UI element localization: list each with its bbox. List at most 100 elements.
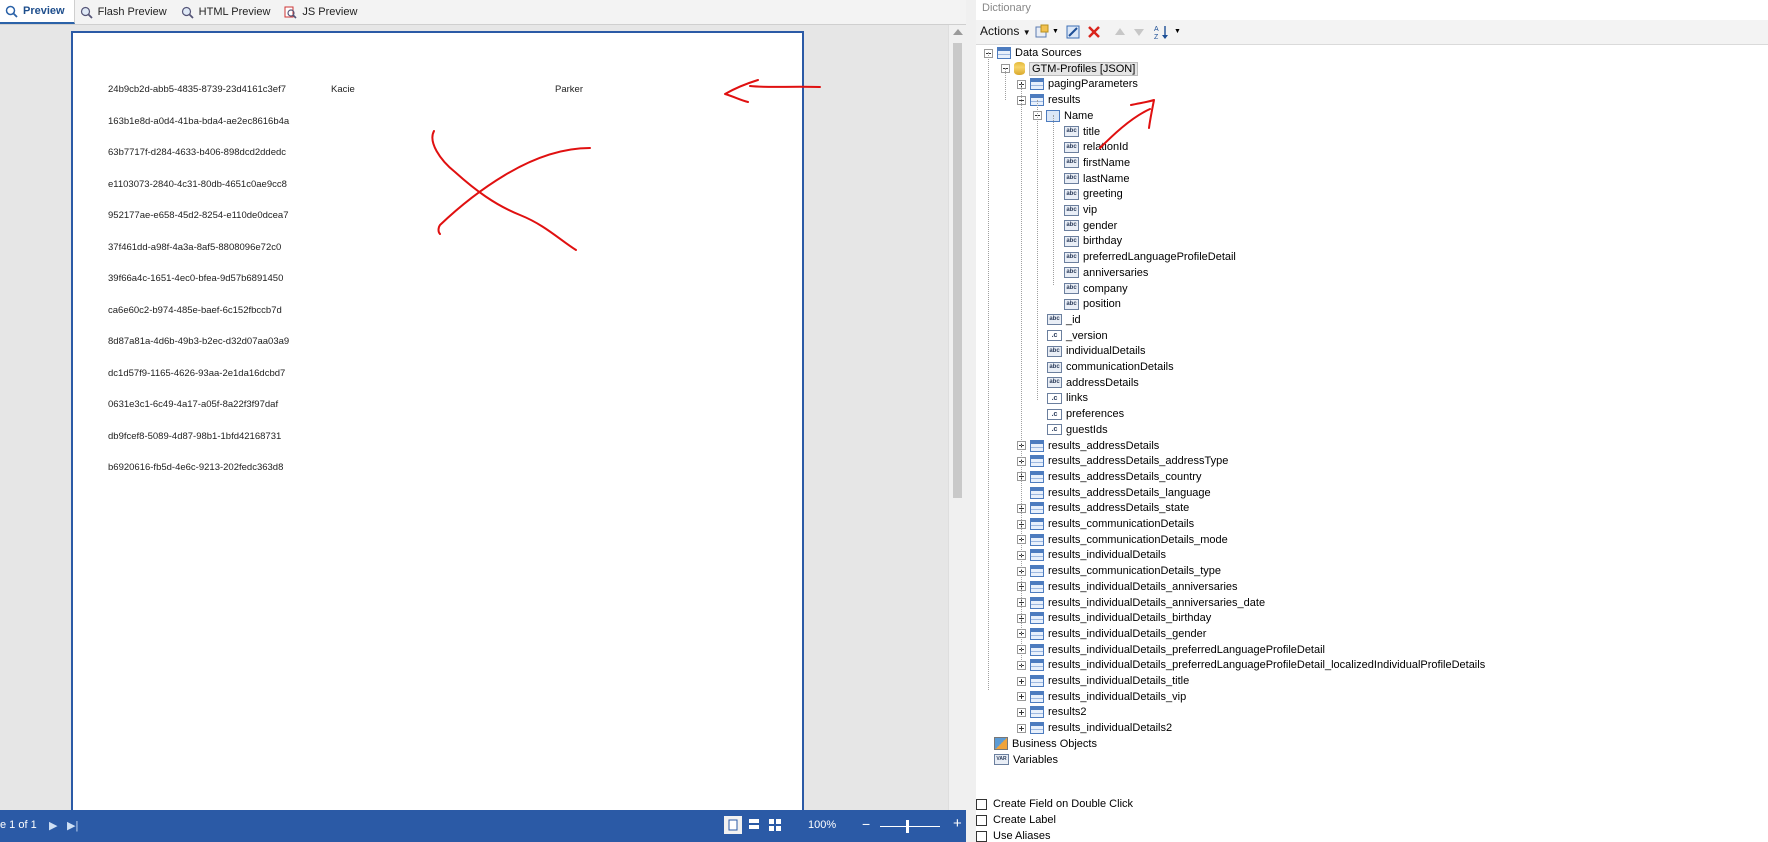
tree-node-results-addressdetails-state[interactable]: results_addressDetails_state [1017, 500, 1189, 516]
tree-node-title[interactable]: abc title [1064, 124, 1100, 140]
tree-node-relationid[interactable]: abc relationId [1064, 139, 1128, 155]
option-checkbox-row[interactable]: Create Label [976, 814, 1056, 826]
tree-node-anniversaries[interactable]: abc anniversaries [1064, 265, 1148, 281]
tree-node-label: communicationDetails [1066, 361, 1174, 373]
tree-node-results-individualdetails-birthday[interactable]: results_individualDetails_birthday [1017, 610, 1211, 626]
delete-icon[interactable] [1086, 24, 1102, 40]
tree-node-lastname[interactable]: abc lastName [1064, 171, 1129, 187]
move-up-icon[interactable] [1112, 24, 1128, 40]
tree-node-gtm-profiles-json[interactable]: GTM-Profiles [JSON] [1001, 61, 1139, 77]
tree-connector-line [1005, 68, 1006, 100]
zoom-slider-thumb[interactable] [906, 820, 909, 833]
object-field-icon: .c [1047, 408, 1062, 420]
tree-node-results-individualdetails-anniversaries[interactable]: results_individualDetails_anniversaries [1017, 579, 1238, 595]
tree-node-greeting[interactable]: abc greeting [1064, 186, 1123, 202]
tree-node-results-individualdetails-preferredlanguageprofiledetail[interactable]: results_individualDetails_preferredLangu… [1017, 642, 1325, 658]
tree-node-results-individualdetails2[interactable]: results_individualDetails2 [1017, 720, 1172, 736]
string-field-icon: abc [1047, 377, 1062, 389]
panel-splitter[interactable] [966, 0, 976, 842]
tree-node-preferences[interactable]: .c preferences [1047, 406, 1124, 422]
sort-dropdown-icon[interactable]: ▼ [1174, 28, 1181, 35]
report-row-id: 39f66a4c-1651-4ec0-bfea-9d57b6891450 [108, 273, 284, 284]
tree-node-label: Business Objects [1012, 737, 1097, 750]
tab-preview[interactable]: Preview [0, 0, 75, 24]
scrollbar-thumb[interactable] [953, 43, 962, 498]
tree-node-results-individualdetails-title[interactable]: results_individualDetails_title [1017, 673, 1189, 689]
tree-node-variables[interactable]: VAR Variables [994, 752, 1058, 768]
move-down-icon[interactable] [1131, 24, 1147, 40]
tree-node-gender[interactable]: abc gender [1064, 218, 1117, 234]
sort-icon[interactable]: AZ [1154, 24, 1170, 40]
tree-node-label: results_individualDetails [1048, 549, 1167, 562]
tree-node-label: _id [1066, 313, 1081, 326]
tree-node-results-individualdetails-gender[interactable]: results_individualDetails_gender [1017, 626, 1206, 642]
tree-node-position[interactable]: abc position [1064, 296, 1121, 312]
tree-node-guestids[interactable]: .c guestIds [1047, 422, 1108, 438]
tree-node-label: individualDetails [1066, 345, 1146, 358]
tree-node-results-individualdetails-vip[interactable]: results_individualDetails_vip [1017, 689, 1186, 705]
tree-node-pagingparameters[interactable]: pagingParameters [1017, 76, 1138, 92]
tree-node-results-individualdetails[interactable]: results_individualDetails [1017, 547, 1166, 563]
tree-node-birthday[interactable]: abc birthday [1064, 233, 1122, 249]
tree-node-firstname[interactable]: abc firstName [1064, 155, 1130, 171]
tree-node-results-communicationdetails[interactable]: results_communicationDetails [1017, 516, 1194, 532]
tree-node-results-addressdetails[interactable]: results_addressDetails [1017, 438, 1159, 454]
checkbox[interactable] [976, 814, 987, 826]
tree-node-id[interactable]: abc _id [1047, 312, 1081, 328]
option-checkbox-row[interactable]: Create Field on Double Click [976, 798, 1133, 810]
tree-node-results-addressdetails-addresstype[interactable]: results_addressDetails_addressType [1017, 453, 1228, 469]
expand-plus-icon[interactable] [1017, 723, 1026, 733]
tree-node-vip[interactable]: abc vip [1064, 202, 1097, 218]
edit-icon[interactable] [1065, 24, 1081, 40]
preview-canvas[interactable]: 24b9cb2d-abb5-4835-8739-23d4161c3ef7 Kaci… [0, 25, 948, 810]
tree-node-label: results_individualDetails_preferredLangu… [1048, 659, 1486, 672]
option-checkbox-row[interactable]: Use Aliases [976, 830, 1050, 842]
actions-menu-button[interactable]: Actions ▼ [980, 24, 1031, 38]
tree-node-business-objects[interactable]: Business Objects [994, 736, 1097, 752]
tab-html-preview[interactable]: HTML Preview [176, 0, 280, 24]
expand-plus-icon[interactable] [1017, 676, 1026, 686]
tree-node-communicationdetails[interactable]: abc communicationDetails [1047, 359, 1174, 375]
object-field-icon: .c [1047, 392, 1062, 404]
tab-flash-preview[interactable]: Flash Preview [75, 0, 176, 24]
tree-node-company[interactable]: abc company [1064, 281, 1128, 297]
tree-node-results-addressdetails-country[interactable]: results_addressDetails_country [1017, 469, 1201, 485]
checkbox[interactable] [976, 830, 987, 842]
zoom-slider-track[interactable] [880, 826, 940, 827]
preview-vertical-scrollbar[interactable] [948, 25, 967, 810]
tab-label: HTML Preview [198, 6, 271, 18]
tree-node-results2[interactable]: results2 [1017, 704, 1087, 720]
tree-node-label: anniversaries [1083, 266, 1149, 279]
zoom-out-button[interactable]: − [862, 816, 870, 832]
tree-node-results-individualdetails-preferredlanguageprofiledetail-localizedindividualprofiledetails[interactable]: results_individualDetails_preferredLangu… [1017, 657, 1485, 673]
tree-connector-line [1037, 100, 1038, 400]
tree-node-results-communicationdetails-type[interactable]: results_communicationDetails_type [1017, 563, 1221, 579]
tree-node-individualdetails[interactable]: abc individualDetails [1047, 343, 1146, 359]
tree-node-results-individualdetails-anniversaries-date[interactable]: results_individualDetails_anniversaries_… [1017, 595, 1265, 611]
zoom-in-button[interactable]: + [953, 815, 962, 832]
report-row-id: b6920616-fb5d-4e6c-9213-202fedc363d8 [108, 462, 284, 473]
tree-node-results[interactable]: results [1017, 92, 1080, 108]
expand-plus-icon[interactable] [1017, 707, 1026, 717]
next-page-icon[interactable]: ▶ [49, 819, 57, 832]
tree-node-data-sources[interactable]: Data Sources [984, 45, 1082, 61]
tree-node-version[interactable]: .c _version [1047, 328, 1108, 344]
new-item-icon[interactable] [1034, 24, 1050, 40]
tree-node-links[interactable]: .c links [1047, 390, 1088, 406]
single-page-view-button[interactable] [724, 816, 742, 834]
tree-node-results-communicationdetails-mode[interactable]: results_communicationDetails_mode [1017, 532, 1228, 548]
continuous-view-button[interactable] [745, 816, 763, 834]
new-item-dropdown-icon[interactable]: ▼ [1052, 28, 1059, 35]
tree-node-name[interactable]: Name [1033, 108, 1093, 124]
checkbox[interactable] [976, 798, 987, 810]
string-field-icon: abc [1047, 361, 1062, 373]
multiple-pages-view-button[interactable] [766, 816, 784, 834]
tree-node-addressdetails[interactable]: abc addressDetails [1047, 375, 1139, 391]
tab-js-preview[interactable]: JS Preview [279, 0, 366, 24]
tree-node-preferredlanguageprofiledetail[interactable]: abc preferredLanguageProfileDetail [1064, 249, 1236, 265]
expand-plus-icon[interactable] [1017, 692, 1026, 702]
table-icon [1030, 533, 1044, 546]
scroll-up-arrow-icon[interactable] [953, 29, 963, 35]
tree-node-results-addressdetails-language[interactable]: results_addressDetails_language [1017, 485, 1211, 501]
last-page-icon[interactable]: ▶| [67, 819, 78, 832]
